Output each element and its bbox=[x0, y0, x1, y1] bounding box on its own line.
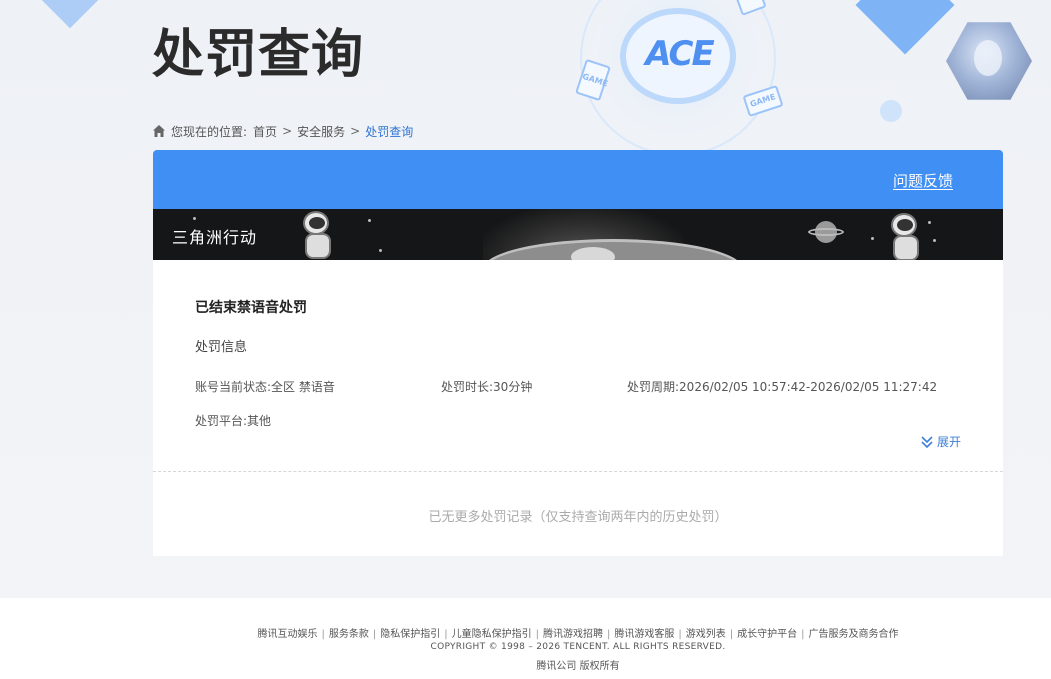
period-value: 2026/02/05 10:57:42-2026/02/05 11:27:42 bbox=[679, 380, 938, 394]
breadcrumb-home-link[interactable]: 首页 bbox=[253, 123, 277, 140]
footer: 腾讯互动娱乐 | 服务条款 | 隐私保护指引 | 儿童隐私保护指引 | 腾讯游戏招聘 | 腾讯游戏客… bbox=[0, 598, 1051, 679]
ace-logo: ACE bbox=[645, 34, 714, 74]
breadcrumb-separator: > bbox=[350, 124, 361, 138]
footer-link-privacy[interactable]: 隐私保护指引 bbox=[380, 629, 440, 640]
footer-link-careers[interactable]: 腾讯游戏招聘 bbox=[543, 629, 603, 640]
breadcrumb-prefix: 您现在的位置: bbox=[171, 124, 248, 139]
footer-link-growth-guardian[interactable]: 成长守护平台 bbox=[737, 629, 797, 640]
period-label: 处罚周期: bbox=[627, 380, 680, 394]
panel-header: 问题反馈 bbox=[153, 150, 1003, 209]
account-status-label: 账号当前状态: bbox=[195, 380, 272, 394]
account-status: 账号当前状态:全区 禁语音 bbox=[195, 378, 335, 395]
game-banner: 三角洲行动 bbox=[153, 209, 1003, 260]
double-chevron-down-icon bbox=[921, 435, 933, 448]
page: ACE GAME GAME 处罚查询 您现在的位置: 首页 > 安全服务 > 处… bbox=[0, 0, 1051, 679]
decorative-dot bbox=[880, 100, 902, 122]
expand-button[interactable]: 展开 bbox=[920, 433, 961, 450]
platform-label: 处罚平台: bbox=[195, 414, 248, 428]
home-icon bbox=[153, 125, 165, 137]
star-icon bbox=[933, 239, 936, 242]
footer-separator: | bbox=[535, 629, 539, 640]
penalty-record: 已结束禁语音处罚 处罚信息 账号当前状态:全区 禁语音 处罚时长:30分钟 处罚… bbox=[153, 260, 1003, 472]
game-tag-text: GAME bbox=[749, 92, 777, 109]
platform-value: 其他 bbox=[247, 414, 272, 428]
footer-separator: | bbox=[372, 629, 377, 640]
star-icon bbox=[871, 237, 874, 240]
planet-ring-icon bbox=[808, 228, 844, 236]
duration-label: 处罚时长: bbox=[441, 380, 494, 394]
info-heading: 处罚信息 bbox=[195, 340, 248, 355]
footer-separator: | bbox=[444, 629, 448, 640]
footer-link-child-privacy[interactable]: 儿童隐私保护指引 bbox=[452, 629, 532, 640]
breadcrumb-current: 处罚查询 bbox=[365, 124, 414, 139]
company-text: 腾讯公司 版权所有 bbox=[536, 661, 620, 672]
footer-link-game-list[interactable]: 游戏列表 bbox=[686, 629, 726, 640]
penalty-panel: 问题反馈 三角洲行动 已结束禁语音处罚 处罚信息 账号当前状态:全区 禁语音 处… bbox=[153, 150, 1003, 556]
footer-separator: | bbox=[321, 629, 325, 640]
copyright-text: COPYRIGHT © 1998 – 2026 TENCENT. ALL RIG… bbox=[430, 642, 726, 652]
game-tag-text: GAME bbox=[581, 71, 609, 89]
duration-value: 30分钟 bbox=[493, 380, 533, 394]
feedback-link[interactable]: 问题反馈 bbox=[893, 170, 953, 191]
no-more-records-text: 已无更多处罚记录（仅支持查询两年内的历史处罚） bbox=[428, 510, 728, 525]
footer-link-tencent-games[interactable]: 腾讯互动娱乐 bbox=[258, 629, 318, 640]
star-icon bbox=[379, 249, 382, 252]
penalty-platform: 处罚平台:其他 bbox=[195, 412, 271, 429]
star-icon bbox=[193, 217, 196, 220]
footer-link-advertising[interactable]: 广告服务及商务合作 bbox=[809, 629, 899, 640]
page-title: 处罚查询 bbox=[152, 25, 365, 85]
breadcrumb: 您现在的位置: 首页 > 安全服务 > 处罚查询 bbox=[152, 122, 413, 140]
footer-separator: | bbox=[801, 629, 805, 640]
footer-separator: | bbox=[607, 629, 611, 640]
helmet-visor-graphic bbox=[571, 247, 615, 260]
record-title: 已结束禁语音处罚 bbox=[195, 300, 307, 316]
breadcrumb-separator: > bbox=[282, 124, 293, 138]
star-icon bbox=[368, 219, 371, 222]
penalty-period: 处罚周期:2026/02/05 10:57:42-2026/02/05 11:2… bbox=[627, 378, 937, 395]
footer-links: 腾讯互动娱乐 | 服务条款 | 隐私保护指引 | 儿童隐私保护指引 | 腾讯游戏招聘 | 腾讯游戏客… bbox=[0, 625, 1051, 640]
footer-separator: | bbox=[678, 629, 682, 640]
game-name: 三角洲行动 bbox=[172, 228, 258, 247]
expand-label: 展开 bbox=[936, 435, 961, 449]
character-face bbox=[974, 40, 1002, 76]
footer-link-support[interactable]: 腾讯游戏客服 bbox=[614, 629, 674, 640]
footer-link-terms[interactable]: 服务条款 bbox=[329, 629, 369, 640]
footer-separator: | bbox=[729, 629, 734, 640]
account-status-value: 全区 禁语音 bbox=[271, 380, 335, 394]
breadcrumb-security-link[interactable]: 安全服务 bbox=[297, 123, 345, 140]
star-icon bbox=[928, 221, 931, 224]
penalty-duration: 处罚时长:30分钟 bbox=[441, 378, 532, 395]
